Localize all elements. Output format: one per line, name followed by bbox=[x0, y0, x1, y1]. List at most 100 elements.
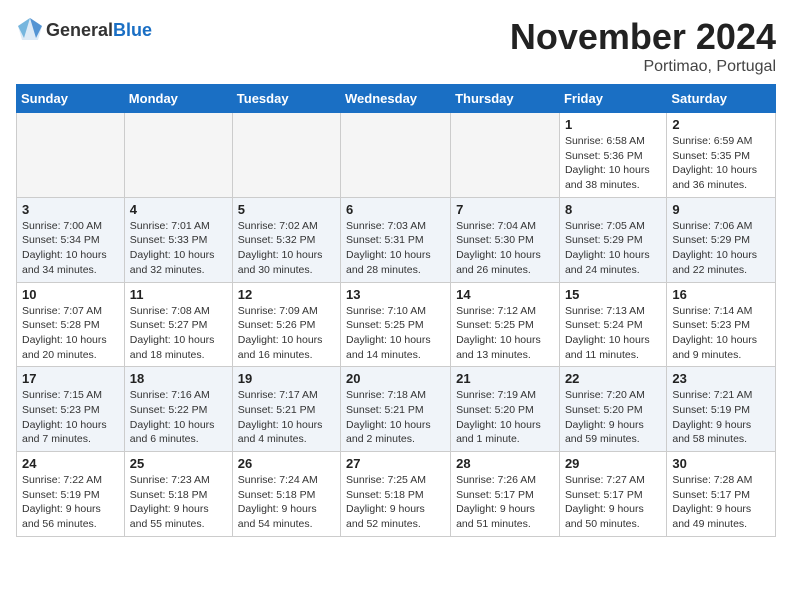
day-detail: Sunrise: 6:59 AM Sunset: 5:35 PM Dayligh… bbox=[672, 134, 770, 193]
day-number: 15 bbox=[565, 287, 661, 302]
week-row-2: 3 Sunrise: 7:00 AM Sunset: 5:34 PM Daylig… bbox=[17, 197, 776, 282]
col-header-sunday: Sunday bbox=[17, 85, 125, 113]
calendar-cell: 5 Sunrise: 7:02 AM Sunset: 5:32 PM Daylig… bbox=[232, 197, 340, 282]
day-number: 16 bbox=[672, 287, 770, 302]
day-number: 28 bbox=[456, 456, 554, 471]
col-header-monday: Monday bbox=[124, 85, 232, 113]
day-number: 19 bbox=[238, 371, 335, 386]
day-detail: Sunrise: 6:58 AM Sunset: 5:36 PM Dayligh… bbox=[565, 134, 661, 193]
day-number: 3 bbox=[22, 202, 119, 217]
day-detail: Sunrise: 7:20 AM Sunset: 5:20 PM Dayligh… bbox=[565, 388, 661, 447]
day-detail: Sunrise: 7:25 AM Sunset: 5:18 PM Dayligh… bbox=[346, 473, 445, 532]
calendar-cell: 27 Sunrise: 7:25 AM Sunset: 5:18 PM Dayli… bbox=[341, 452, 451, 537]
calendar-cell: 2 Sunrise: 6:59 AM Sunset: 5:35 PM Daylig… bbox=[667, 113, 776, 198]
day-number: 17 bbox=[22, 371, 119, 386]
day-number: 14 bbox=[456, 287, 554, 302]
calendar-cell: 3 Sunrise: 7:00 AM Sunset: 5:34 PM Daylig… bbox=[17, 197, 125, 282]
calendar-cell: 25 Sunrise: 7:23 AM Sunset: 5:18 PM Dayli… bbox=[124, 452, 232, 537]
day-number: 2 bbox=[672, 117, 770, 132]
calendar-cell: 20 Sunrise: 7:18 AM Sunset: 5:21 PM Dayli… bbox=[341, 367, 451, 452]
calendar-body: 1 Sunrise: 6:58 AM Sunset: 5:36 PM Daylig… bbox=[17, 113, 776, 537]
day-number: 23 bbox=[672, 371, 770, 386]
calendar-cell bbox=[17, 113, 125, 198]
day-detail: Sunrise: 7:17 AM Sunset: 5:21 PM Dayligh… bbox=[238, 388, 335, 447]
day-detail: Sunrise: 7:18 AM Sunset: 5:21 PM Dayligh… bbox=[346, 388, 445, 447]
day-number: 29 bbox=[565, 456, 661, 471]
calendar-cell: 23 Sunrise: 7:21 AM Sunset: 5:19 PM Dayli… bbox=[667, 367, 776, 452]
calendar-cell: 10 Sunrise: 7:07 AM Sunset: 5:28 PM Dayli… bbox=[17, 282, 125, 367]
day-number: 22 bbox=[565, 371, 661, 386]
day-detail: Sunrise: 7:12 AM Sunset: 5:25 PM Dayligh… bbox=[456, 304, 554, 363]
day-number: 13 bbox=[346, 287, 445, 302]
calendar-cell: 17Sunrise: 7:15 AM Sunset: 5:23 PM Dayli… bbox=[17, 367, 125, 452]
title-area: November 2024 Portimao, Portugal bbox=[510, 16, 776, 76]
calendar-header-row: SundayMondayTuesdayWednesdayThursdayFrid… bbox=[17, 85, 776, 113]
day-number: 12 bbox=[238, 287, 335, 302]
day-detail: Sunrise: 7:09 AM Sunset: 5:26 PM Dayligh… bbox=[238, 304, 335, 363]
day-detail: Sunrise: 7:27 AM Sunset: 5:17 PM Dayligh… bbox=[565, 473, 661, 532]
day-detail: Sunrise: 7:03 AM Sunset: 5:31 PM Dayligh… bbox=[346, 219, 445, 278]
day-detail: Sunrise: 7:26 AM Sunset: 5:17 PM Dayligh… bbox=[456, 473, 554, 532]
col-header-friday: Friday bbox=[559, 85, 666, 113]
day-number: 5 bbox=[238, 202, 335, 217]
calendar-cell bbox=[124, 113, 232, 198]
day-detail: Sunrise: 7:13 AM Sunset: 5:24 PM Dayligh… bbox=[565, 304, 661, 363]
day-detail: Sunrise: 7:04 AM Sunset: 5:30 PM Dayligh… bbox=[456, 219, 554, 278]
day-detail: Sunrise: 7:01 AM Sunset: 5:33 PM Dayligh… bbox=[130, 219, 227, 278]
logo: GeneralBlue bbox=[16, 16, 152, 44]
day-number: 21 bbox=[456, 371, 554, 386]
day-number: 8 bbox=[565, 202, 661, 217]
day-number: 10 bbox=[22, 287, 119, 302]
calendar-table: SundayMondayTuesdayWednesdayThursdayFrid… bbox=[16, 84, 776, 537]
calendar-cell bbox=[232, 113, 340, 198]
calendar-cell: 14 Sunrise: 7:12 AM Sunset: 5:25 PM Dayli… bbox=[451, 282, 560, 367]
col-header-tuesday: Tuesday bbox=[232, 85, 340, 113]
calendar-cell: 9 Sunrise: 7:06 AM Sunset: 5:29 PM Daylig… bbox=[667, 197, 776, 282]
day-number: 27 bbox=[346, 456, 445, 471]
day-detail: Sunrise: 7:23 AM Sunset: 5:18 PM Dayligh… bbox=[130, 473, 227, 532]
calendar-cell: 21 Sunrise: 7:19 AM Sunset: 5:20 PM Dayli… bbox=[451, 367, 560, 452]
day-detail: Sunrise: 7:24 AM Sunset: 5:18 PM Dayligh… bbox=[238, 473, 335, 532]
day-number: 18 bbox=[130, 371, 227, 386]
day-detail: Sunrise: 7:19 AM Sunset: 5:20 PM Dayligh… bbox=[456, 388, 554, 447]
calendar-cell: 4 Sunrise: 7:01 AM Sunset: 5:33 PM Daylig… bbox=[124, 197, 232, 282]
day-number: 24 bbox=[22, 456, 119, 471]
col-header-wednesday: Wednesday bbox=[341, 85, 451, 113]
day-number: 9 bbox=[672, 202, 770, 217]
col-header-thursday: Thursday bbox=[451, 85, 560, 113]
day-number: 20 bbox=[346, 371, 445, 386]
calendar-cell bbox=[451, 113, 560, 198]
day-detail: Sunrise: 7:00 AM Sunset: 5:34 PM Dayligh… bbox=[22, 219, 119, 278]
day-detail: Sunrise: 7:16 AM Sunset: 5:22 PM Dayligh… bbox=[130, 388, 227, 447]
week-row-5: 24 Sunrise: 7:22 AM Sunset: 5:19 PM Dayli… bbox=[17, 452, 776, 537]
calendar-cell: 16 Sunrise: 7:14 AM Sunset: 5:23 PM Dayli… bbox=[667, 282, 776, 367]
calendar-cell: 13Sunrise: 7:10 AM Sunset: 5:25 PM Dayli… bbox=[341, 282, 451, 367]
day-detail: Sunrise: 7:28 AM Sunset: 5:17 PM Dayligh… bbox=[672, 473, 770, 532]
day-detail: Sunrise: 7:21 AM Sunset: 5:19 PM Dayligh… bbox=[672, 388, 770, 447]
calendar-cell: 1 Sunrise: 6:58 AM Sunset: 5:36 PM Daylig… bbox=[559, 113, 666, 198]
col-header-saturday: Saturday bbox=[667, 85, 776, 113]
calendar-cell: 26Sunrise: 7:24 AM Sunset: 5:18 PM Dayli… bbox=[232, 452, 340, 537]
header: GeneralBlue November 2024 Portimao, Port… bbox=[16, 16, 776, 76]
day-detail: Sunrise: 7:22 AM Sunset: 5:19 PM Dayligh… bbox=[22, 473, 119, 532]
day-number: 1 bbox=[565, 117, 661, 132]
day-number: 11 bbox=[130, 287, 227, 302]
day-detail: Sunrise: 7:02 AM Sunset: 5:32 PM Dayligh… bbox=[238, 219, 335, 278]
calendar-cell: 24 Sunrise: 7:22 AM Sunset: 5:19 PM Dayli… bbox=[17, 452, 125, 537]
calendar-cell: 8Sunrise: 7:05 AM Sunset: 5:29 PM Daylig… bbox=[559, 197, 666, 282]
month-title: November 2024 bbox=[510, 16, 776, 58]
calendar-cell: 6 Sunrise: 7:03 AM Sunset: 5:31 PM Daylig… bbox=[341, 197, 451, 282]
day-number: 6 bbox=[346, 202, 445, 217]
location-title: Portimao, Portugal bbox=[510, 58, 776, 76]
calendar-cell: 12 Sunrise: 7:09 AM Sunset: 5:26 PM Dayli… bbox=[232, 282, 340, 367]
calendar-cell: 29 Sunrise: 7:27 AM Sunset: 5:17 PM Dayli… bbox=[559, 452, 666, 537]
calendar-cell: 18 Sunrise: 7:16 AM Sunset: 5:22 PM Dayli… bbox=[124, 367, 232, 452]
calendar-cell: 15 Sunrise: 7:13 AM Sunset: 5:24 PM Dayli… bbox=[559, 282, 666, 367]
day-number: 30 bbox=[672, 456, 770, 471]
day-number: 25 bbox=[130, 456, 227, 471]
day-detail: Sunrise: 7:06 AM Sunset: 5:29 PM Dayligh… bbox=[672, 219, 770, 278]
day-number: 4 bbox=[130, 202, 227, 217]
calendar-cell: 22 Sunrise: 7:20 AM Sunset: 5:20 PM Dayli… bbox=[559, 367, 666, 452]
day-detail: Sunrise: 7:07 AM Sunset: 5:28 PM Dayligh… bbox=[22, 304, 119, 363]
day-detail: Sunrise: 7:14 AM Sunset: 5:23 PM Dayligh… bbox=[672, 304, 770, 363]
